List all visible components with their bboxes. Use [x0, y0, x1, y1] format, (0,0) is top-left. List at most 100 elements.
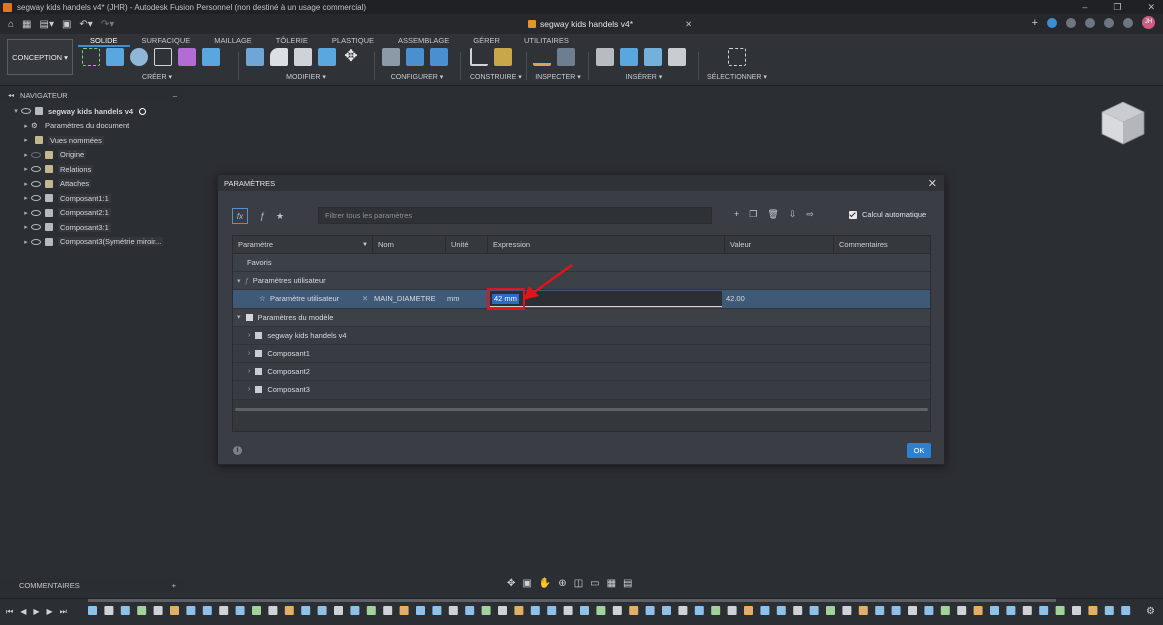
timeline-feature-icon[interactable] [350, 606, 360, 615]
fx-favorites-icon[interactable]: ƒ [260, 211, 265, 221]
modify-menu[interactable]: MODIFIER ▾ [246, 73, 366, 81]
new-tab-icon[interactable]: + [1032, 17, 1038, 28]
add-comment-icon[interactable]: + [172, 581, 176, 590]
timeline-feature-icon[interactable] [563, 606, 573, 615]
inspect-menu[interactable]: INSPECTER ▾ [533, 73, 583, 81]
timeline-feature-icon[interactable] [629, 606, 639, 615]
timeline-feature-icon[interactable] [711, 606, 721, 615]
select-icon[interactable] [728, 48, 746, 66]
chevron-right-icon[interactable]: › [248, 332, 250, 339]
form-icon[interactable] [178, 48, 196, 66]
model-parameters-section[interactable]: ▾ Paramètres du modèle [233, 308, 930, 327]
play-icon[interactable]: ▶ [33, 607, 39, 617]
chevron-right-icon[interactable]: ▸ [21, 223, 31, 231]
timeline-feature-icon[interactable] [514, 606, 524, 615]
timeline-feature-icon[interactable] [235, 606, 245, 615]
timeline-feature-icon[interactable] [580, 606, 589, 615]
nav-item-attachments[interactable]: ▸ Attaches [0, 177, 185, 192]
model-item-row[interactable]: › Composant1 [233, 344, 930, 364]
chevron-right-icon[interactable]: ▸ [21, 122, 31, 130]
nav-item-named-views[interactable]: ▸ Vues nommées [0, 133, 185, 148]
chevron-down-icon[interactable]: ▾ [11, 107, 21, 115]
visibility-eye-icon[interactable] [31, 238, 41, 245]
nav-item-document-settings[interactable]: ▸ ⚙ Paramètres du document [0, 119, 185, 134]
minimize-button[interactable]: – [1082, 2, 1087, 12]
viewports-icon[interactable]: ▤ [623, 578, 632, 589]
close-window-button[interactable]: ✕ [1147, 2, 1155, 13]
look-at-icon[interactable]: ▣ [522, 578, 531, 589]
file-menu-icon[interactable]: ▤▾ [40, 19, 54, 30]
undo-icon[interactable]: ↶▾ [79, 19, 92, 30]
visibility-eye-icon[interactable] [31, 209, 41, 216]
timeline-feature-icon[interactable] [809, 606, 819, 615]
timeline-feature-icon[interactable] [694, 606, 704, 615]
user-avatar[interactable]: JH [1142, 16, 1155, 29]
timeline-feature-icon[interactable] [334, 606, 343, 615]
horizontal-scrollbar[interactable] [235, 408, 928, 411]
column-comments[interactable]: Commentaires [834, 236, 930, 254]
comments-panel[interactable]: COMMENTAIRES + [0, 578, 185, 592]
zoom-icon[interactable]: ⊕ [558, 578, 566, 589]
nav-item-component3[interactable]: ▸ Composant3:1 [0, 220, 185, 235]
insert-derive-icon[interactable] [596, 48, 614, 66]
column-value[interactable]: Valeur [725, 236, 834, 254]
timeline-feature-icon[interactable] [973, 606, 983, 615]
timeline-feature-icon[interactable] [744, 606, 753, 615]
chevron-right-icon[interactable]: ▸ [21, 194, 31, 202]
model-item-row[interactable]: › Composant2 [233, 363, 930, 382]
timeline-feature-icon[interactable] [1022, 606, 1032, 615]
tab-tolerie[interactable]: TÔLERIE [264, 36, 320, 47]
insert-image-icon[interactable] [644, 48, 662, 66]
timeline-feature-icon[interactable] [678, 606, 688, 615]
info-icon[interactable]: i [233, 446, 242, 455]
timeline-feature-icon[interactable] [842, 606, 852, 615]
timeline-feature-icon[interactable] [858, 606, 868, 615]
timeline-feature-icon[interactable] [924, 606, 934, 615]
timeline-feature-icon[interactable] [957, 606, 967, 615]
chevron-right-icon[interactable]: ▸ [21, 151, 31, 159]
navigator-minimize[interactable]: – [173, 91, 177, 100]
tab-solide[interactable]: SOLIDE [78, 36, 130, 47]
timeline-feature-icon[interactable] [891, 606, 901, 615]
create-sketch-icon[interactable] [82, 48, 100, 66]
column-parameter[interactable]: Paramètre ▼ [233, 236, 373, 254]
timeline-feature-icon[interactable] [268, 606, 278, 615]
auto-calc-checkbox[interactable] [849, 210, 857, 219]
timeline-feature-icon[interactable] [465, 606, 475, 615]
fillet-icon[interactable] [270, 48, 288, 66]
timeline-feature-icon[interactable] [137, 606, 147, 615]
go-to-start-icon[interactable]: ⏮ [6, 607, 13, 617]
configure-rule-icon[interactable] [406, 48, 424, 66]
insert-text-icon[interactable] [620, 48, 638, 66]
nav-item-component3-mirror[interactable]: ▸ Composant3(Symétrie miroir... [0, 235, 185, 250]
column-expression[interactable]: Expression [488, 236, 725, 254]
timeline-feature-icon[interactable] [662, 606, 671, 615]
chevron-right-icon[interactable]: ▸ [21, 165, 31, 173]
visibility-eye-icon[interactable] [31, 180, 41, 187]
fx-all-parameters-button[interactable]: fx [232, 208, 248, 224]
timeline-feature-icon[interactable] [448, 606, 458, 615]
insert-mesh-icon[interactable] [668, 48, 686, 66]
chevron-right-icon[interactable]: › [248, 368, 250, 375]
tab-plastique[interactable]: PLASTIQUE [320, 36, 386, 47]
timeline-feature-icon[interactable] [908, 606, 917, 615]
step-forward-icon[interactable]: ▶ [47, 607, 53, 617]
timeline-feature-icon[interactable] [88, 606, 97, 615]
viewcube[interactable] [1100, 100, 1146, 146]
timeline-feature-icon[interactable] [1121, 606, 1131, 615]
timeline-feature-icon[interactable] [793, 606, 803, 615]
extensions-icon[interactable] [1047, 17, 1057, 28]
go-to-end-icon[interactable]: ⏭ [60, 607, 67, 617]
delete-icon[interactable]: 🗑 [767, 209, 778, 220]
timeline-feature-icon[interactable] [645, 606, 655, 615]
select-menu[interactable]: SÉLECTIONNER ▾ [705, 73, 769, 81]
timeline-feature-icon[interactable] [1006, 606, 1016, 615]
chevron-right-icon[interactable]: ▸ [21, 136, 31, 144]
timeline-feature-icon[interactable] [612, 606, 622, 615]
timeline-feature-icon[interactable] [301, 606, 311, 615]
timeline-feature-icon[interactable] [120, 606, 130, 615]
user-parameters-section[interactable]: ▾ ƒ Paramètres utilisateur [233, 272, 930, 291]
tab-maillage[interactable]: MAILLAGE [202, 36, 264, 47]
timeline-feature-icon[interactable] [875, 606, 885, 615]
help-icon[interactable] [1123, 17, 1133, 28]
